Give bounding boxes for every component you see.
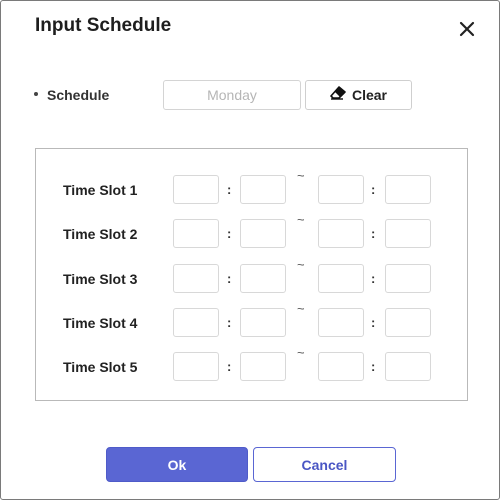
start-minute-input[interactable] [240, 175, 286, 204]
time-slot-row: Time Slot 3: ~: [36, 257, 467, 296]
eraser-icon [330, 85, 346, 105]
time-colon: : [227, 271, 232, 286]
time-colon: : [371, 182, 376, 197]
time-slots-panel: Time Slot 1: ~: Time Slot 2: ~: Time Slot 3:… [35, 148, 468, 401]
end-hour-input[interactable] [318, 175, 364, 204]
time-slot-row: Time Slot 4: ~: [36, 301, 467, 340]
range-tilde: ~ [297, 212, 305, 227]
input-schedule-dialog: Input Schedule Schedule Monday Clear Tim… [0, 0, 500, 500]
end-hour-input[interactable] [318, 264, 364, 293]
start-minute-input[interactable] [240, 264, 286, 293]
range-tilde: ~ [297, 345, 305, 360]
start-minute-input[interactable] [240, 219, 286, 248]
ok-button[interactable]: Ok [106, 447, 248, 482]
range-tilde: ~ [297, 301, 305, 316]
time-slot-label: Time Slot 2 [63, 226, 138, 242]
time-colon: : [227, 315, 232, 330]
time-colon: : [371, 315, 376, 330]
range-tilde: ~ [297, 257, 305, 272]
end-hour-input[interactable] [318, 352, 364, 381]
schedule-day-field: Monday [163, 80, 301, 110]
end-minute-input[interactable] [385, 175, 431, 204]
time-slot-label: Time Slot 4 [63, 315, 138, 331]
schedule-row: Schedule Monday Clear [1, 80, 499, 110]
clear-button-label: Clear [351, 87, 388, 103]
start-hour-input[interactable] [173, 175, 219, 204]
time-slot-label: Time Slot 3 [63, 271, 138, 287]
start-hour-input[interactable] [173, 352, 219, 381]
time-colon: : [227, 182, 232, 197]
time-slot-label: Time Slot 5 [63, 359, 138, 375]
time-slot-label: Time Slot 1 [63, 182, 138, 198]
time-colon: : [371, 271, 376, 286]
end-hour-input[interactable] [318, 308, 364, 337]
time-slot-row: Time Slot 2: ~: [36, 212, 467, 251]
start-hour-input[interactable] [173, 308, 219, 337]
dialog-title: Input Schedule [35, 15, 172, 36]
start-hour-input[interactable] [173, 219, 219, 248]
start-minute-input[interactable] [240, 352, 286, 381]
schedule-label: Schedule [47, 87, 110, 103]
end-minute-input[interactable] [385, 308, 431, 337]
end-minute-input[interactable] [385, 352, 431, 381]
time-slot-row: Time Slot 5: ~: [36, 345, 467, 384]
close-icon[interactable] [456, 18, 478, 40]
start-minute-input[interactable] [240, 308, 286, 337]
start-hour-input[interactable] [173, 264, 219, 293]
range-tilde: ~ [297, 168, 305, 183]
time-colon: : [227, 359, 232, 374]
end-minute-input[interactable] [385, 219, 431, 248]
end-hour-input[interactable] [318, 219, 364, 248]
time-colon: : [371, 226, 376, 241]
time-colon: : [371, 359, 376, 374]
time-colon: : [227, 226, 232, 241]
bullet-icon [34, 92, 38, 96]
time-slot-row: Time Slot 1: ~: [36, 168, 467, 207]
end-minute-input[interactable] [385, 264, 431, 293]
cancel-button[interactable]: Cancel [253, 447, 396, 482]
clear-button[interactable]: Clear [305, 80, 412, 110]
